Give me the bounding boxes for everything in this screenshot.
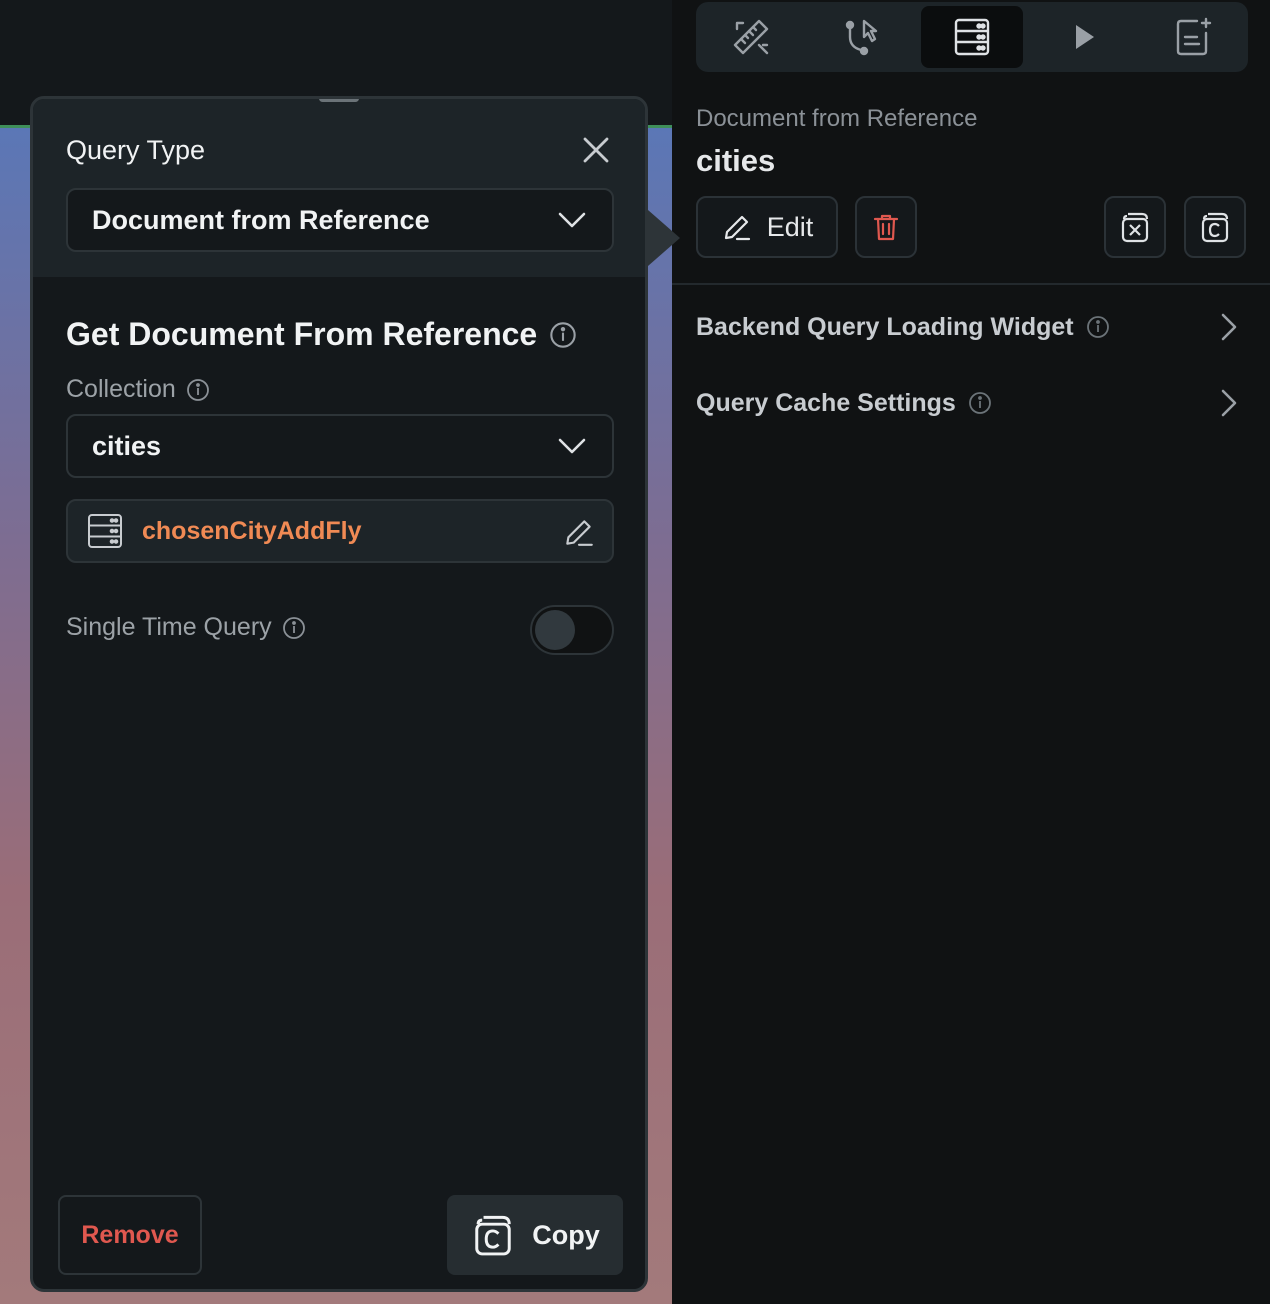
copy-label: Copy <box>532 1219 600 1250</box>
backend-query-loading-widget-row[interactable]: Backend Query Loading Widget <box>696 307 1248 347</box>
pencil-icon[interactable] <box>562 515 596 549</box>
tool-add-document[interactable] <box>1142 6 1244 68</box>
chevron-down-icon <box>558 212 586 228</box>
design-tools-icon <box>733 19 769 55</box>
edit-button[interactable]: Edit <box>696 196 838 258</box>
copy-query-button[interactable]: Copy <box>447 1195 623 1275</box>
single-time-query-label: Single Time Query <box>66 613 306 642</box>
chevron-down-icon <box>558 438 586 454</box>
info-icon <box>550 321 576 348</box>
section-title: Get Document From Reference <box>66 316 577 353</box>
query-type-subtitle: Document from Reference <box>696 105 978 132</box>
properties-toolbar <box>696 2 1248 72</box>
copy-x-icon <box>1121 212 1149 243</box>
collection-dropdown[interactable]: cities <box>66 414 614 478</box>
copy-c-icon <box>475 1215 511 1256</box>
close-icon[interactable] <box>581 135 611 165</box>
info-icon <box>186 378 209 401</box>
tool-backend-query[interactable] <box>921 6 1023 68</box>
copy-c-icon <box>1201 212 1229 243</box>
database-icon <box>88 514 122 548</box>
copy-button[interactable] <box>1184 196 1246 258</box>
pencil-icon <box>724 215 750 241</box>
single-time-query-text: Single Time Query <box>66 613 272 641</box>
tool-design[interactable] <box>700 6 802 68</box>
collection-label-text: Collection <box>66 375 176 403</box>
reference-variable-name: chosenCityAddFly <box>142 516 362 545</box>
remove-label: Remove <box>81 1220 179 1249</box>
toggle-knob <box>535 610 575 650</box>
remove-button[interactable]: Remove <box>58 1195 202 1275</box>
query-type-value: Document from Reference <box>92 204 430 235</box>
query-type-popup: Query Type Document from Reference Get D… <box>30 96 648 1292</box>
query-type-dropdown[interactable]: Document from Reference <box>66 188 614 252</box>
clear-button[interactable] <box>1104 196 1166 258</box>
trash-icon <box>873 214 899 241</box>
tool-run[interactable] <box>1032 6 1134 68</box>
backend-query-icon <box>954 18 990 56</box>
delete-button[interactable] <box>855 196 917 258</box>
reference-variable-field[interactable]: chosenCityAddFly <box>66 499 614 563</box>
resize-handle-top[interactable] <box>319 99 359 102</box>
divider <box>672 283 1270 285</box>
properties-panel: Document from Reference cities Edit Back… <box>672 0 1270 1304</box>
query-type-label: Query Type <box>66 135 206 165</box>
edit-label: Edit <box>766 211 814 242</box>
play-icon <box>1075 25 1094 49</box>
info-icon <box>968 392 991 414</box>
single-time-query-toggle[interactable] <box>530 605 614 655</box>
chevron-right-icon <box>1221 389 1237 417</box>
actions-flow-icon <box>845 19 877 56</box>
query-cache-settings-row[interactable]: Query Cache Settings <box>696 383 1248 423</box>
section-title-text: Get Document From Reference <box>66 316 538 352</box>
collection-value: cities <box>92 430 162 461</box>
add-document-icon <box>1176 17 1212 56</box>
info-icon <box>1086 316 1109 338</box>
collection-title: cities <box>696 143 776 178</box>
row-label: Query Cache Settings <box>696 388 956 417</box>
info-icon <box>282 616 305 639</box>
chevron-right-icon <box>1221 313 1237 341</box>
collection-label: Collection <box>66 375 210 404</box>
row-label: Backend Query Loading Widget <box>696 312 1074 341</box>
popup-pointer <box>648 210 680 266</box>
tool-actions[interactable] <box>811 6 913 68</box>
